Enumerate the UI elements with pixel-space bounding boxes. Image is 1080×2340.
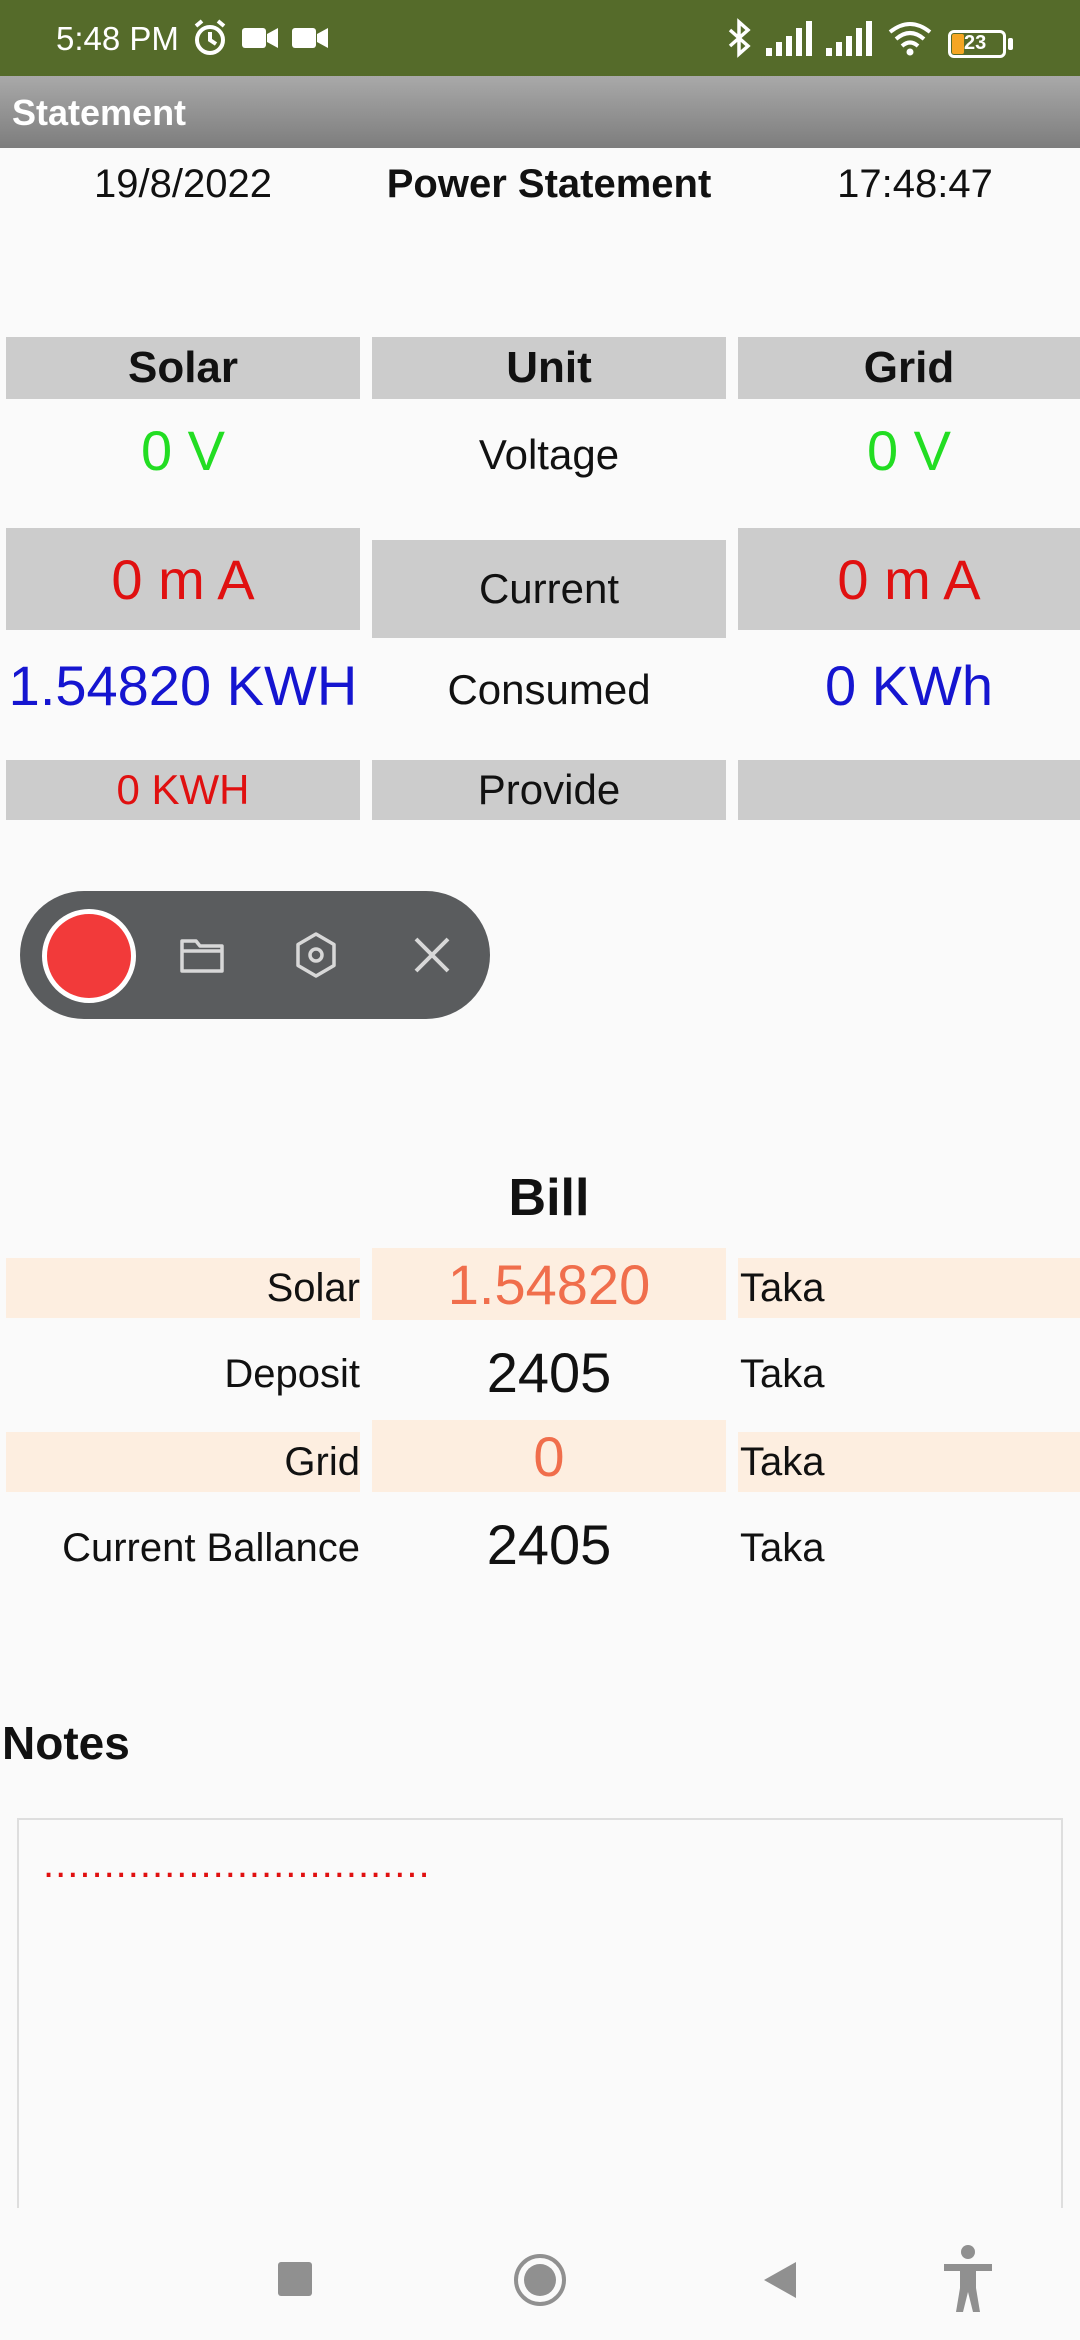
grid-voltage-value: 0 V (866, 418, 952, 482)
status-time: 5:48 PM (56, 20, 179, 57)
clock-alarm-icon (194, 19, 226, 55)
solar-voltage-value: 0 V (140, 418, 226, 482)
bill-title: Bill (508, 1169, 590, 1227)
notes-title: Notes (2, 1717, 130, 1769)
video-icon (292, 28, 328, 48)
date-label: 19/8/2022 (94, 162, 272, 206)
notes-textarea[interactable]: ................................ (17, 1818, 1063, 2246)
grid-provide-value (738, 760, 1080, 820)
bill-solar-value: 1.54820 (372, 1248, 726, 1320)
nav-square-icon[interactable] (278, 2262, 312, 2296)
voltage-label: Voltage (478, 431, 620, 478)
bill-deposit-value: 2405 (486, 1340, 612, 1404)
bill-grid-label: Grid (6, 1432, 360, 1492)
grid-consumed-value: 0 KWh (824, 653, 994, 717)
page-title: Power Statement (386, 162, 712, 206)
status-bar: 5:48 PM 23 (0, 0, 1080, 76)
consumed-label: Consumed (447, 666, 651, 713)
nav-home-icon[interactable] (514, 2254, 566, 2306)
signal-icon (826, 21, 872, 56)
title-bar: Statement (0, 76, 1080, 148)
grid-current-value: 0 m A (738, 528, 1080, 630)
settings-icon[interactable] (290, 929, 342, 981)
column-header-solar: Solar (6, 337, 360, 399)
clock-label: 17:48:47 (837, 162, 993, 206)
column-header-grid: Grid (738, 337, 1080, 399)
wifi-icon (888, 22, 932, 56)
bill-deposit-label: Deposit (224, 1351, 360, 1396)
bill-balance-unit: Taka (740, 1525, 825, 1570)
provide-label: Provide (372, 760, 726, 820)
bill-grid-value: 0 (372, 1420, 726, 1492)
video-icon (242, 28, 278, 48)
nav-back-icon[interactable] (760, 2258, 800, 2302)
solar-consumed-value: 1.54820 KWH (8, 653, 358, 717)
record-icon[interactable] (42, 909, 136, 1003)
close-icon[interactable] (406, 929, 458, 981)
accessibility-icon[interactable] (940, 2244, 996, 2314)
current-label: Current (372, 540, 726, 638)
bill-solar-label: Solar (6, 1258, 360, 1318)
screen-recorder-toolbar (20, 891, 490, 1019)
bluetooth-icon (728, 18, 751, 58)
column-header-unit: Unit (372, 337, 726, 399)
navigation-bar (0, 2208, 1080, 2340)
signal-icon (766, 21, 812, 56)
battery-level: 23 (964, 32, 987, 54)
notes-content: ................................ (43, 1842, 431, 1886)
solar-current-value: 0 m A (6, 528, 360, 630)
bill-balance-label: Current Ballance (62, 1525, 360, 1570)
screen-title: Statement (12, 92, 187, 133)
bill-deposit-unit: Taka (740, 1351, 825, 1396)
bill-balance-value: 2405 (486, 1512, 612, 1576)
folder-icon[interactable] (176, 929, 228, 981)
solar-provide-value: 0 KWH (6, 760, 360, 820)
battery-icon: 23 (948, 30, 1018, 60)
bill-grid-unit: Taka (738, 1432, 1080, 1492)
bill-solar-unit: Taka (738, 1258, 1080, 1318)
